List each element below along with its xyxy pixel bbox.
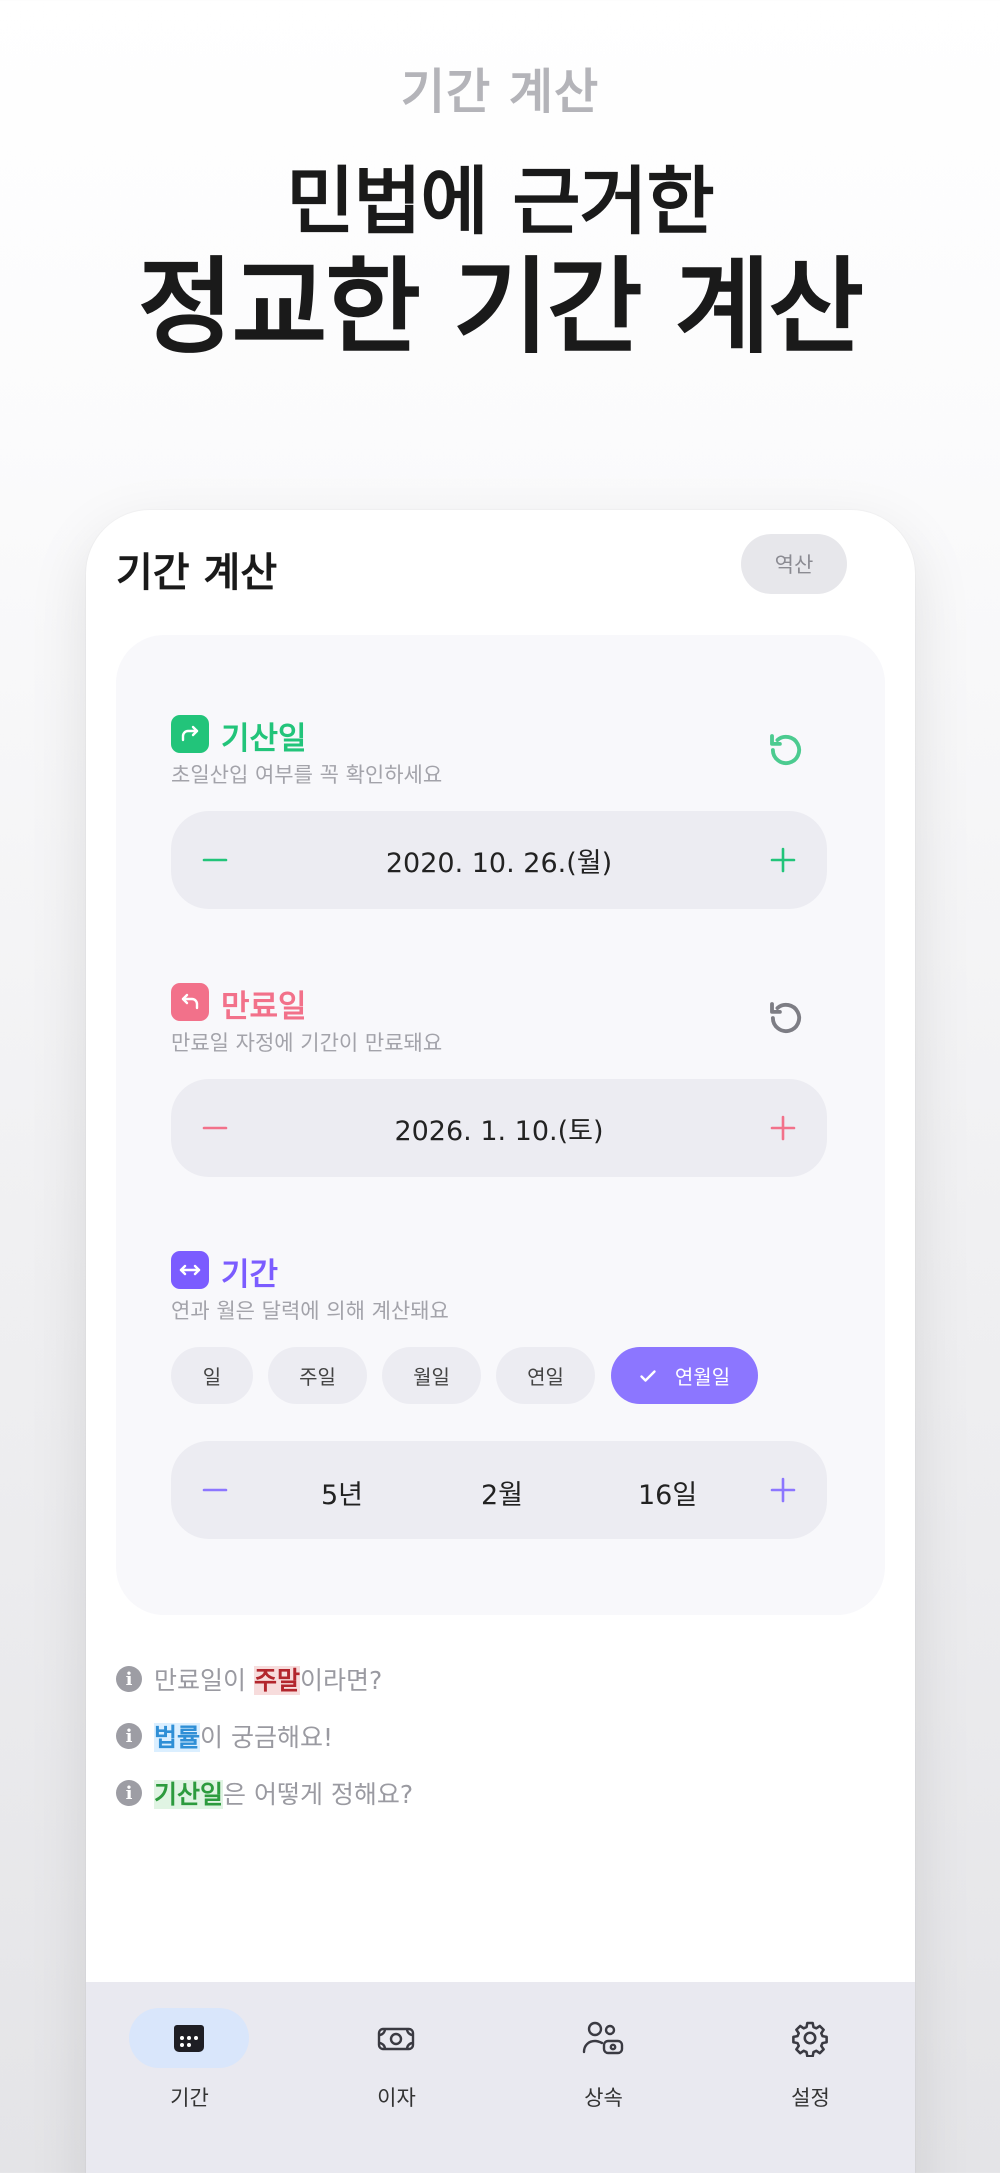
- highlight-start-date: 기산일: [154, 1780, 224, 1809]
- plus-icon: [770, 1115, 796, 1141]
- highlight-weekend: 주말: [253, 1666, 300, 1695]
- chip-label: 연월일: [674, 1365, 731, 1389]
- promo-headline-2: 정교한 기간 계산: [137, 246, 864, 368]
- chip-month-day[interactable]: 월일: [382, 1347, 481, 1404]
- refresh-icon: [770, 734, 802, 766]
- info-list: i 만료일이 주말이라면? i 법률이 궁금해요! i 기산일은 어떻게 정해요…: [116, 1660, 816, 1831]
- gear-icon: [792, 2021, 828, 2057]
- period-desc: 연과 월은 달력에 의해 계산돼요: [171, 1299, 449, 1323]
- end-date-value[interactable]: 2026. 1. 10.(토): [251, 1079, 747, 1177]
- arrow-turn-right-icon: [171, 715, 209, 753]
- money-icon: [377, 2027, 415, 2051]
- period-minus-button[interactable]: [185, 1460, 245, 1520]
- period-stepper: 5년 2월 16일: [171, 1441, 827, 1539]
- end-minus-button[interactable]: [185, 1098, 245, 1158]
- tab-label: 상속: [584, 2086, 623, 2110]
- info-item-law[interactable]: i 법률이 궁금해요!: [116, 1717, 816, 1774]
- period-title: 기간: [221, 1257, 279, 1293]
- period-unit-chips: 일 주일 월일 연일 연월일: [171, 1347, 831, 1405]
- tab-inheritance[interactable]: 상속: [500, 1982, 707, 2173]
- period-months[interactable]: 2월: [481, 1473, 523, 1512]
- start-date-value[interactable]: 2020. 10. 26.(월): [251, 811, 747, 909]
- end-date-desc: 만료일 자정에 기간이 만료돼요: [171, 1031, 443, 1055]
- phone-screen: 기간 계산 역산 기산일 초일산입 여부를 꼭 확인하세요 2020. 10. …: [86, 510, 915, 2173]
- start-minus-button[interactable]: [185, 830, 245, 890]
- period-plus-button[interactable]: [753, 1460, 813, 1520]
- calendar-icon: [174, 2025, 204, 2052]
- end-date-stepper: 2026. 1. 10.(토): [171, 1079, 827, 1177]
- period-section: 기간 연과 월은 달력에 의해 계산돼요 일 주일 월일 연일 연월일 5년 2…: [171, 1251, 831, 1539]
- minus-icon: [202, 1488, 228, 1492]
- info-text: 법률이 궁금해요!: [154, 1723, 333, 1752]
- info-icon: i: [116, 1780, 142, 1806]
- start-date-desc: 초일산입 여부를 꼭 확인하세요: [171, 763, 443, 787]
- tab-settings[interactable]: 설정: [707, 1982, 914, 2173]
- page-title: 기간 계산: [116, 550, 278, 596]
- calc-card: 기산일 초일산입 여부를 꼭 확인하세요 2020. 10. 26.(월) 만료…: [116, 635, 885, 1615]
- info-text: 기산일은 어떻게 정해요?: [154, 1780, 414, 1809]
- bottom-tab-bar: 기간 이자 상속 설정: [86, 1982, 915, 2173]
- refresh-icon: [770, 1002, 802, 1034]
- check-icon: [640, 1369, 656, 1382]
- reverse-calc-button[interactable]: 역산: [741, 534, 847, 594]
- period-days[interactable]: 16일: [638, 1473, 697, 1512]
- end-date-section: 만료일 만료일 자정에 기간이 만료돼요 2026. 1. 10.(토): [171, 983, 831, 1177]
- end-plus-button[interactable]: [753, 1098, 813, 1158]
- tab-interest[interactable]: 이자: [293, 1982, 500, 2173]
- end-date-title: 만료일: [221, 989, 307, 1025]
- start-reset-button[interactable]: [761, 725, 811, 775]
- plus-icon: [770, 1477, 796, 1503]
- info-item-weekend[interactable]: i 만료일이 주말이라면?: [116, 1660, 816, 1717]
- info-icon: i: [116, 1666, 142, 1692]
- chip-week[interactable]: 주일: [268, 1347, 367, 1404]
- arrow-turn-left-icon: [171, 983, 209, 1021]
- info-item-start-date[interactable]: i 기산일은 어떻게 정해요?: [116, 1774, 816, 1831]
- period-years[interactable]: 5년: [321, 1473, 363, 1512]
- start-plus-button[interactable]: [753, 830, 813, 890]
- promo-subtitle: 기간 계산: [400, 64, 600, 120]
- info-icon: i: [116, 1723, 142, 1749]
- info-text: 만료일이 주말이라면?: [154, 1666, 383, 1695]
- start-date-title: 기산일: [221, 721, 307, 757]
- minus-icon: [202, 1126, 228, 1130]
- start-date-stepper: 2020. 10. 26.(월): [171, 811, 827, 909]
- chip-year-month-day[interactable]: 연월일: [611, 1347, 758, 1404]
- tab-period[interactable]: 기간: [86, 1982, 293, 2173]
- tab-label: 기간: [170, 2086, 209, 2110]
- chip-year-day[interactable]: 연일: [496, 1347, 595, 1404]
- start-date-section: 기산일 초일산입 여부를 꼭 확인하세요 2020. 10. 26.(월): [171, 715, 831, 909]
- minus-icon: [202, 858, 228, 862]
- highlight-law: 법률: [154, 1723, 201, 1752]
- period-values: 5년 2월 16일: [251, 1441, 747, 1539]
- tab-label: 이자: [377, 2086, 416, 2110]
- arrows-horizontal-icon: [171, 1251, 209, 1289]
- tab-label: 설정: [791, 2086, 830, 2110]
- chip-day[interactable]: 일: [171, 1347, 253, 1404]
- end-reset-button[interactable]: [761, 993, 811, 1043]
- people-icon: [582, 2021, 624, 2055]
- plus-icon: [770, 847, 796, 873]
